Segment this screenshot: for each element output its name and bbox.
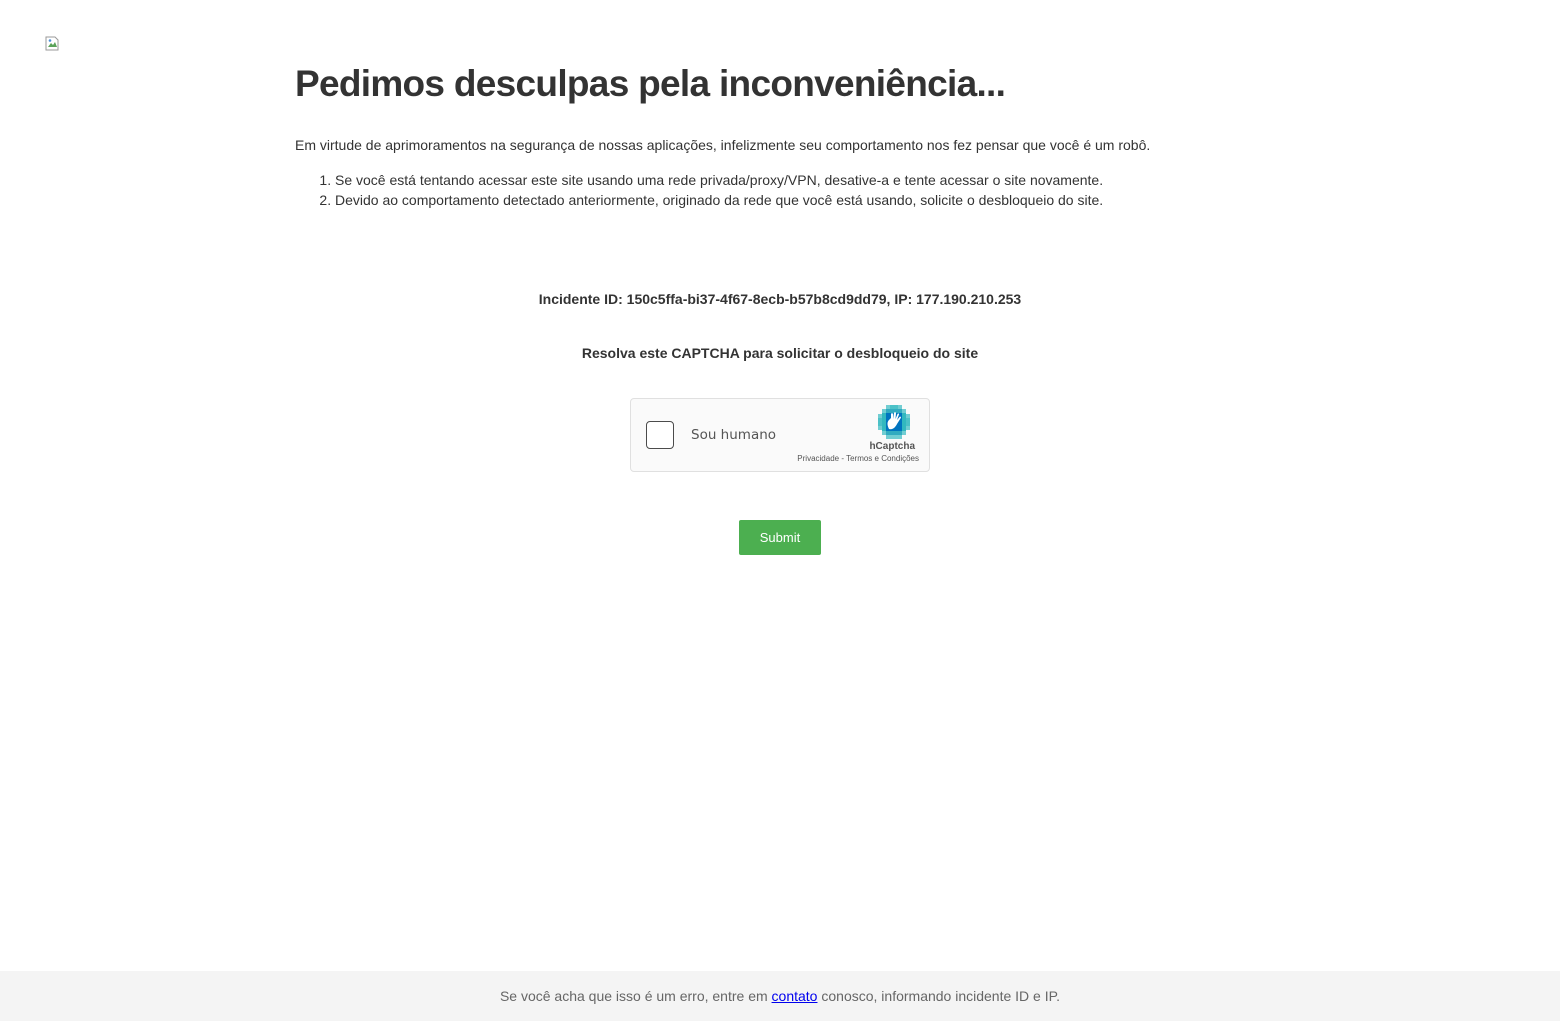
intro-text: Em virtude de aprimoramentos na seguranç… — [295, 137, 1151, 153]
footer-text-before: Se você acha que isso é um erro, entre e… — [499, 988, 772, 1004]
hcaptcha-hand-icon — [878, 405, 910, 439]
hcaptcha-links: Privacidade - Termos e Condições — [797, 454, 919, 464]
captcha-checkbox[interactable] — [646, 421, 674, 449]
contact-link[interactable]: contato — [772, 988, 818, 1004]
hcaptcha-widget: Sou humano hCaptcha Privacidade - Termos… — [630, 398, 930, 472]
broken-image-icon — [45, 36, 59, 51]
list-item: Se você está tentando acessar este site … — [335, 170, 1103, 190]
hcaptcha-brand: hCaptcha — [869, 441, 915, 452]
submit-button[interactable]: Submit — [739, 520, 821, 555]
footer-text-after: conosco, informando incidente ID e IP. — [817, 988, 1061, 1004]
captcha-checkbox-label[interactable]: Sou humano — [691, 427, 776, 443]
terms-link[interactable]: Termos e Condições — [846, 454, 919, 463]
incident-info: Incidente ID: 150c5ffa-bi37-4f67-8ecb-b5… — [538, 291, 1022, 307]
page-title: Pedimos desculpas pela inconveniência... — [295, 63, 1006, 104]
privacy-link[interactable]: Privacidade — [797, 454, 839, 463]
list-item: Devido ao comportamento detectado anteri… — [335, 190, 1103, 210]
footer: Se você acha que isso é um erro, entre e… — [0, 971, 1560, 1021]
captcha-prompt: Resolva este CAPTCHA para solicitar o de… — [581, 345, 979, 361]
steps-list: Se você está tentando acessar este site … — [295, 170, 1103, 210]
